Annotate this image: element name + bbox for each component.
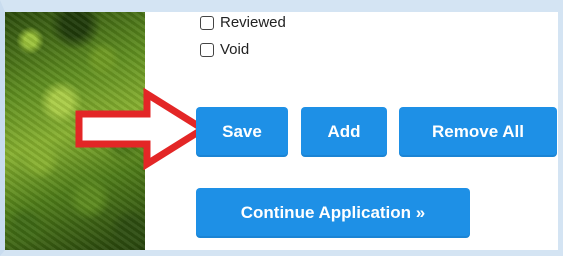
right-arrow-icon — [75, 88, 210, 170]
add-button[interactable]: Add — [301, 107, 387, 157]
continue-application-button[interactable]: Continue Application » — [196, 188, 470, 238]
checkbox-icon[interactable] — [200, 15, 214, 30]
checkbox-reviewed[interactable]: Reviewed — [200, 14, 286, 31]
checkbox-void[interactable]: Void — [200, 41, 249, 58]
checkbox-label: Reviewed — [220, 14, 286, 31]
remove-all-button[interactable]: Remove All — [399, 107, 557, 157]
checkbox-label: Void — [220, 41, 250, 58]
save-button[interactable]: Save — [196, 107, 288, 157]
checkbox-icon[interactable] — [200, 42, 214, 57]
